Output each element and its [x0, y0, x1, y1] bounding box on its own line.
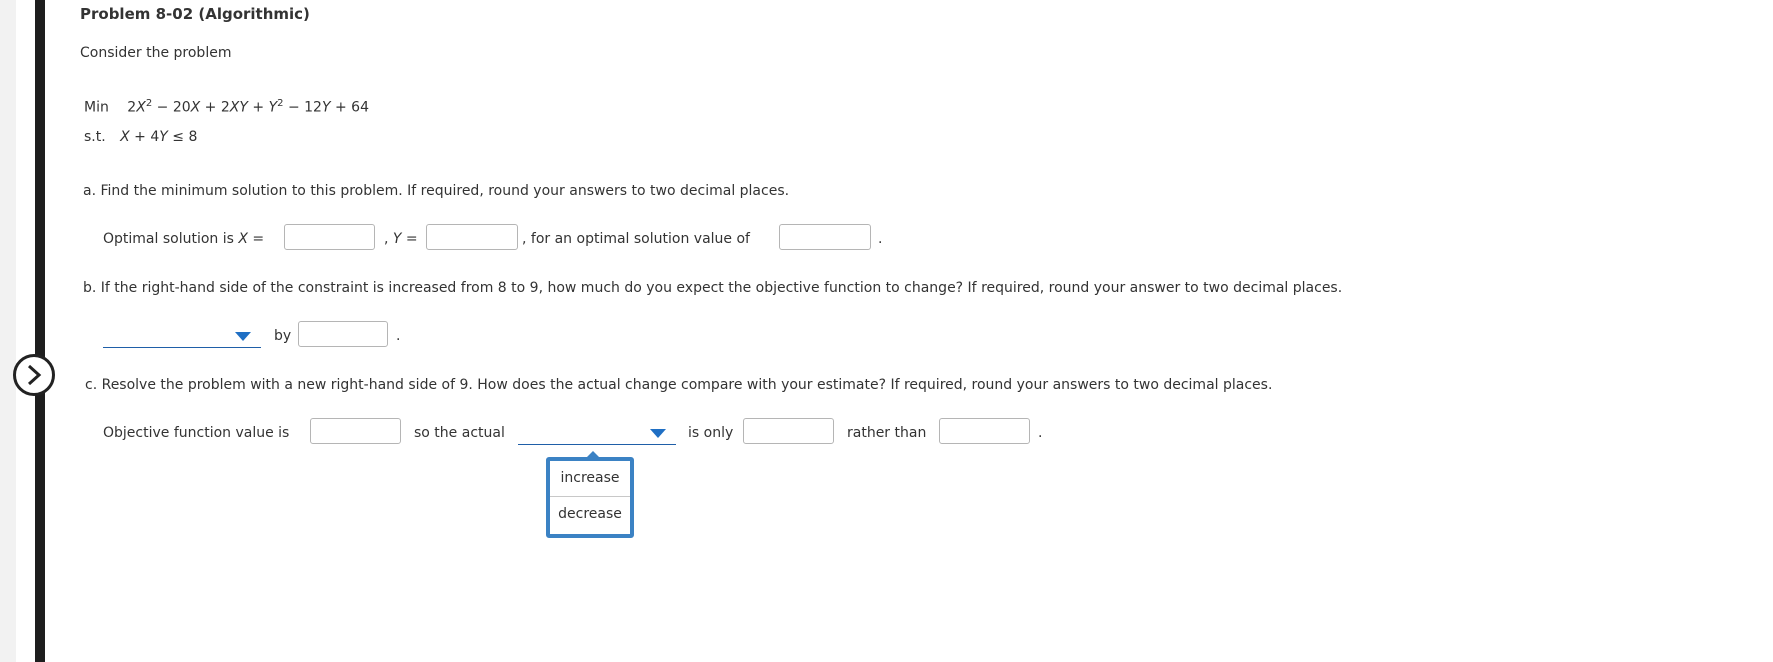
objective-line: Min 2X2 − 20X + 2XY + Y2 − 12Y + 64	[84, 98, 369, 116]
direction-dropdown-menu: increase decrease	[546, 451, 634, 538]
problem-intro: Consider the problem	[80, 45, 232, 61]
by-label: by	[274, 328, 292, 344]
part-a-end: .	[878, 231, 883, 247]
part-b-end: .	[396, 328, 401, 344]
chevron-right-icon	[27, 364, 42, 386]
left-rail	[0, 0, 16, 662]
part-c-question: c. Resolve the problem with a new right-…	[85, 377, 1273, 393]
problem-title: Problem 8-02 (Algorithmic)	[80, 5, 310, 23]
optimal-value-label: , for an optimal solution value of	[522, 231, 750, 247]
dropdown-notch	[586, 451, 600, 458]
part-b-question: b. If the right-hand side of the constra…	[83, 280, 1343, 296]
y-value-input[interactable]	[426, 224, 518, 250]
x-value-input[interactable]	[284, 224, 375, 250]
part-a-question: a. Find the minimum solution to this pro…	[83, 183, 790, 199]
left-bar	[35, 0, 45, 662]
dropdown-option-decrease[interactable]: decrease	[550, 497, 630, 532]
optimal-label: Optimal solution is X =	[103, 231, 265, 247]
so-actual-label: so the actual	[414, 425, 505, 441]
actual-change-input[interactable]	[743, 418, 834, 444]
part-b-direction-select[interactable]	[103, 324, 261, 348]
min-label: Min	[84, 99, 109, 116]
part-c-end: .	[1038, 425, 1043, 441]
constraint-line: s.t. X + 4Y ≤ 8	[84, 129, 198, 145]
part-b-change-input[interactable]	[298, 321, 388, 347]
st-label: s.t.	[84, 129, 106, 145]
next-button[interactable]	[13, 354, 55, 396]
new-objective-input[interactable]	[310, 418, 401, 444]
is-only-label: is only	[688, 425, 734, 441]
obj-value-label: Objective function value is	[103, 425, 290, 441]
rather-than-label: rather than	[847, 425, 927, 441]
dropdown-option-increase[interactable]: increase	[550, 461, 630, 497]
caret-down-icon	[650, 429, 666, 438]
part-c-direction-select[interactable]	[518, 421, 676, 445]
y-label: , Y =	[384, 231, 418, 247]
caret-down-icon	[235, 332, 251, 341]
optimal-value-input[interactable]	[779, 224, 871, 250]
estimated-change-input[interactable]	[939, 418, 1030, 444]
